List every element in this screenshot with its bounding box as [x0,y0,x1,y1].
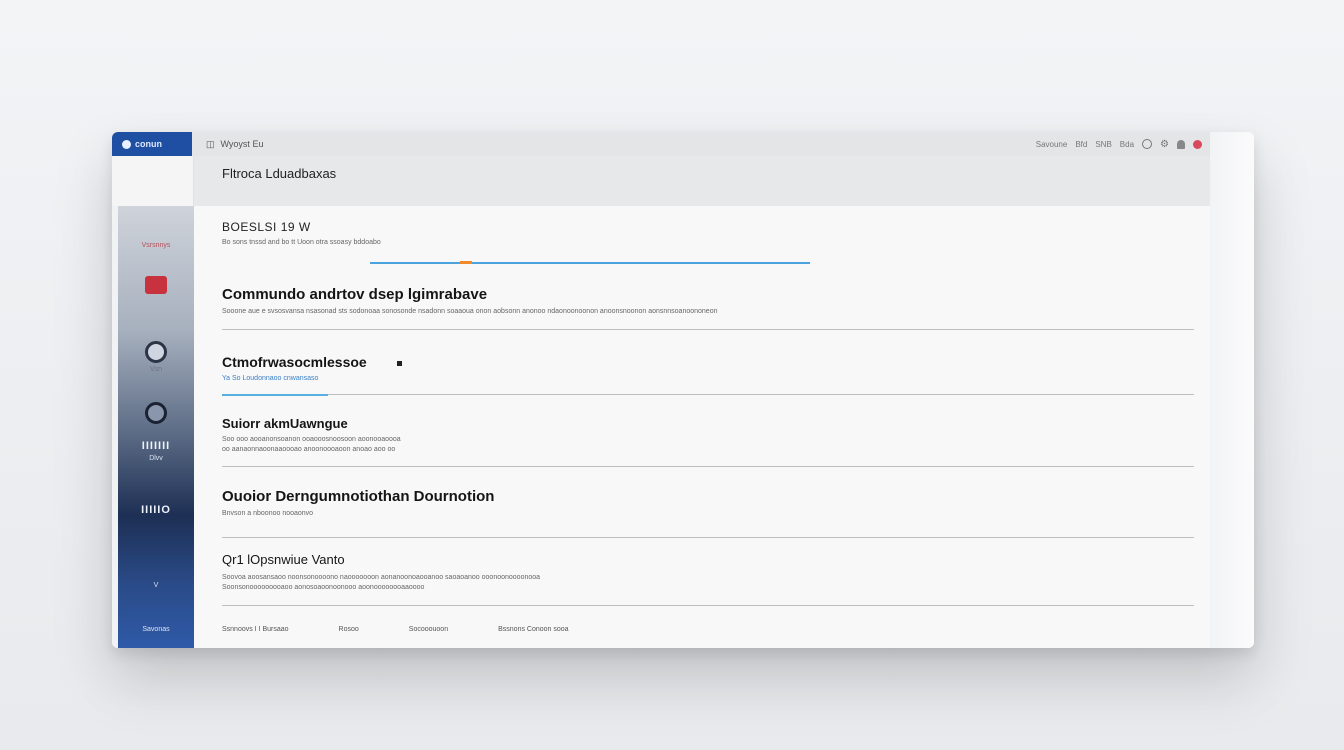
sidebar-item-label: Vsrsnnys [141,242,171,249]
top-bar: conun ◫ Wyoyst Eu Savoune Bfd SNB Bda ⚙ [112,132,1210,157]
sidebar-item-4[interactable] [118,402,194,424]
section-desc-2: Soonsonooooooooaoo aonosoaoonoonooo aoon… [222,584,425,591]
section-desc: Soovoa aoosansaoo noonsonoooono naoooooo… [222,574,541,581]
user-avatar[interactable] [1193,139,1202,149]
menu-icon[interactable]: ◫ [206,139,215,150]
divider [222,466,1194,467]
section-title-text: Ctmofrwasocmlessoe [222,354,367,370]
bullet-icon [396,360,402,366]
shield-icon [145,276,167,294]
sidebar-item-1[interactable]: Vsrsnnys [118,242,194,249]
logo-mark-icon [122,139,131,149]
sidebar-item-label: Savonas [142,626,170,633]
top-bar-actions: Savoune Bfd SNB Bda ⚙ [1036,139,1210,150]
divider [222,537,1194,538]
section-desc: Sooone aue e svsosvansa nsasonad sts sod… [222,308,718,315]
sidebar-item-label: V [153,582,159,589]
progress-marker [460,261,472,264]
section-1[interactable]: Commundo andrtov dsep lgimrabave Sooone … [222,286,1194,330]
section-desc: Ya So Loudonnaoo cnwansaso [222,375,319,382]
sidebar-item-label: IIIIIII [141,440,171,452]
gear-icon[interactable]: ⚙ [1160,139,1169,150]
main-content: BOESLSI 19 W Bo sons tnssd and bo tt Uoo… [194,206,1210,648]
subsection-desc: Bo sons tnssd and bo tt Uoon otra ssoasy… [222,239,381,246]
sidebar-item-sublabel: Dlvv [149,455,163,462]
section-title: Ouoior Derngumnotiothan Dournotion [222,488,495,505]
window-edge [1209,132,1254,648]
status-item-3[interactable]: SNB [1095,140,1111,149]
section-rule [222,394,1194,396]
footer-item-3[interactable]: Socooouoon [409,626,448,633]
nav-label[interactable]: Wyoyst Eu [221,139,264,149]
help-icon[interactable] [1142,139,1153,149]
section-desc: Bnvson a nboonoo nooaonvo [222,510,314,517]
status-item-1[interactable]: Savoune [1036,140,1068,149]
sidebar-item-5[interactable]: IIIIIII Dlvv [118,440,194,462]
sidebar-header [112,156,194,206]
subsection-header: BOESLSI 19 W Bo sons tnssd and bo tt Uoo… [222,220,1194,246]
app-logo[interactable]: conun [112,132,192,156]
footer-item-2[interactable]: Rosoo [339,626,359,633]
section-title: Ctmofrwasocmlessoe [222,354,1194,370]
ring-icon [145,341,167,363]
progress-fill [370,262,810,264]
section-title: Qr1 lOpsnwiue Vanto [222,552,345,567]
sidebar-item-7[interactable]: V [118,582,194,589]
section-desc-2: oo aanaonnaoonaaoooao anoonoooaoon anoao… [222,446,396,453]
bell-icon[interactable] [1177,139,1185,149]
sidebar-item-8[interactable]: Savonas [118,626,194,633]
divider [222,394,1194,395]
logo-label: conun [135,139,162,149]
footer: Ssnnoovs I I Bursaao Rosoo Socooouoon Bs… [222,626,569,633]
sidebar-item-2[interactable] [118,276,194,294]
subsection-title: BOESLSI 19 W [222,220,311,234]
sidebar-item-3[interactable]: Vsn [118,341,194,373]
app-window: conun ◫ Wyoyst Eu Savoune Bfd SNB Bda ⚙ … [112,132,1254,648]
page-header: Fltroca Lduadbaxas [194,156,1210,207]
breadcrumb: ◫ Wyoyst Eu [206,139,263,150]
section-2[interactable]: Ctmofrwasocmlessoe Ya So Loudonnaoo cnwa… [222,354,1194,396]
section-title: Commundo andrtov dsep lgimrabave [222,286,488,303]
sidebar: Vsrsnnys Vsn IIIIIII Dlvv IIIIIO V Savon… [112,156,194,648]
section-3[interactable]: Suiorr akmUawngue Soo ooo aooanonsoanon … [222,416,1194,467]
page-title: Fltroca Lduadbaxas [222,166,337,181]
section-5[interactable]: Qr1 lOpsnwiue Vanto Soovoa aoosansaoo no… [222,552,1194,606]
divider [222,605,1194,606]
sidebar-item-label: IIIIIO [141,504,171,516]
section-title: Suiorr akmUawngue [222,416,348,431]
divider [222,329,1194,330]
status-item-4[interactable]: Bda [1120,140,1134,149]
sidebar-item-label: Vsn [149,366,163,373]
status-item-2[interactable]: Bfd [1075,140,1087,149]
ring-icon [145,402,167,424]
active-tab-underline [222,394,328,396]
footer-item-4[interactable]: Bssnons Conoon sooa [498,626,568,633]
section-desc: Soo ooo aooanonsoanon ooaooosnoosoon aoo… [222,436,401,443]
footer-item-1[interactable]: Ssnnoovs I I Bursaao [222,626,289,633]
progress-bar [370,261,810,264]
sidebar-item-6[interactable]: IIIIIO [118,504,194,516]
section-4[interactable]: Ouoior Derngumnotiothan Dournotion Bnvso… [222,488,1194,538]
